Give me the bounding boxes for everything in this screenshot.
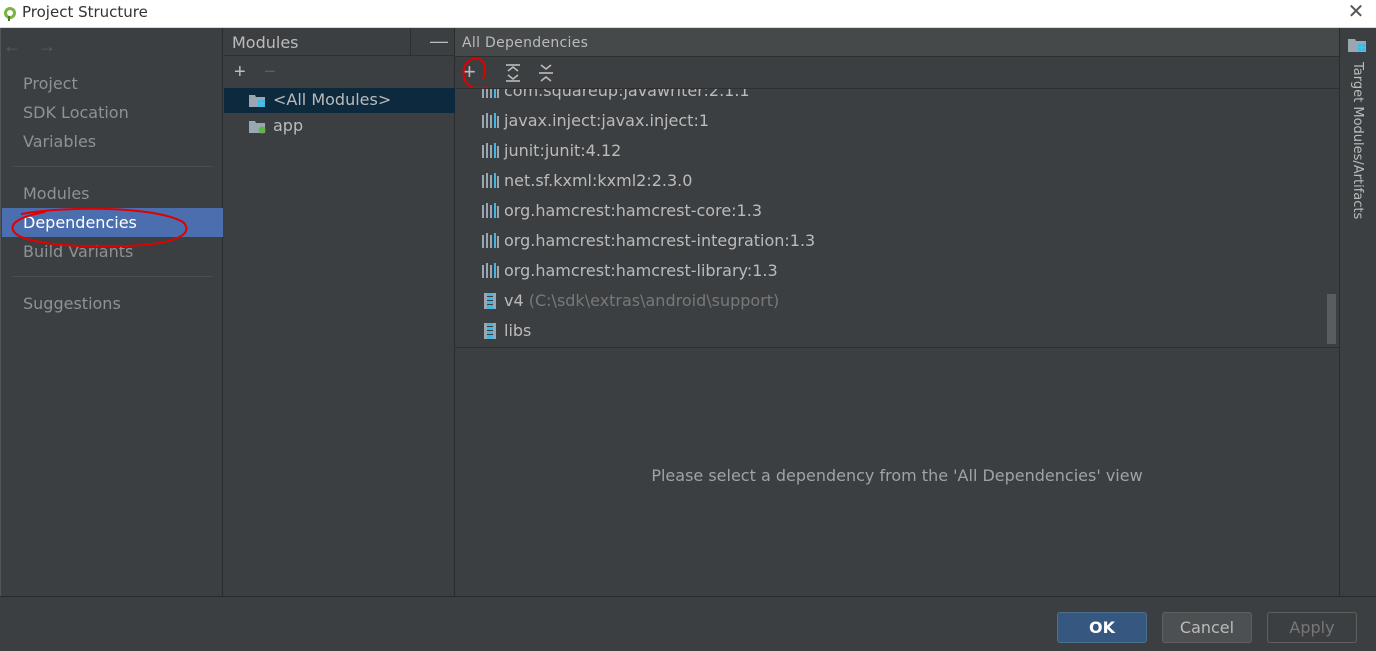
nav-item-dependencies[interactable]: Dependencies (2, 208, 223, 237)
module-item-app[interactable]: app (224, 114, 455, 139)
dependency-label: com.squareup:javawriter:2.1.1 (504, 89, 750, 100)
apply-button[interactable]: Apply (1267, 612, 1357, 643)
dependency-item[interactable]: javax.inject:javax.inject:1 (455, 106, 1325, 136)
target-modules-artifacts-tab[interactable]: Target Modules/Artifacts (1350, 62, 1365, 219)
dependency-label: org.hamcrest:hamcrest-core:1.3 (504, 201, 762, 220)
library-icon (482, 233, 499, 248)
dependency-label: org.hamcrest:hamcrest-library:1.3 (504, 261, 778, 280)
dependencies-title: All Dependencies (462, 35, 589, 51)
dependency-name: v4 (504, 291, 524, 310)
dependency-label: libs (504, 321, 532, 340)
cancel-button[interactable]: Cancel (1162, 612, 1252, 643)
dependency-label: org.hamcrest:hamcrest-integration:1.3 (504, 231, 816, 250)
dependency-item[interactable]: com.squareup:javawriter:2.1.1 (455, 89, 1325, 106)
nav-divider (13, 166, 213, 167)
jar-icon (484, 323, 496, 339)
dependency-label: javax.inject:javax.inject:1 (504, 111, 710, 130)
dependency-label: junit:junit:4.12 (504, 141, 622, 160)
dependency-path: (C:\sdk\extras\android\support) (523, 291, 780, 310)
modules-header: Modules — (224, 28, 455, 56)
library-icon (482, 203, 499, 218)
dependencies-list: com.squareup:javawriter:2.1.1 javax.inje… (455, 89, 1339, 348)
module-item-all-modules[interactable]: <All Modules> (224, 88, 455, 113)
modules-title: Modules (232, 33, 299, 52)
nav-divider (13, 276, 213, 277)
android-studio-icon (4, 7, 16, 21)
target-modules-icon[interactable] (1348, 37, 1368, 53)
library-icon (482, 143, 499, 158)
dependency-item[interactable]: org.hamcrest:hamcrest-library:1.3 (455, 256, 1325, 286)
header-divider (410, 28, 411, 56)
collapse-panel-icon[interactable]: — (430, 32, 448, 51)
dependency-item[interactable]: org.hamcrest:hamcrest-integration:1.3 (455, 226, 1325, 256)
close-icon[interactable]: ✕ (1346, 2, 1366, 23)
nav-item-suggestions[interactable]: Suggestions (2, 289, 223, 318)
dialog-button-bar: OK Cancel Apply (0, 596, 1376, 651)
dependency-item[interactable]: org.hamcrest:hamcrest-core:1.3 (455, 196, 1325, 226)
nav-item-variables[interactable]: Variables (2, 127, 223, 156)
dependency-item[interactable]: v4 (C:\sdk\extras\android\support) (455, 286, 1325, 316)
dependency-item[interactable]: net.sf.kxml:kxml2:2.3.0 (455, 166, 1325, 196)
library-icon (482, 113, 499, 128)
dependency-label: net.sf.kxml:kxml2:2.3.0 (504, 171, 693, 190)
expand-all-icon[interactable] (504, 63, 522, 83)
module-item-label: app (273, 116, 304, 135)
library-icon (482, 263, 499, 278)
modules-panel: Modules — + − <All Modules> app (224, 28, 455, 596)
window-title: Project Structure (22, 3, 148, 21)
ok-button[interactable]: OK (1057, 612, 1147, 643)
side-tool-strip: Target Modules/Artifacts (1339, 28, 1376, 596)
remove-module-button[interactable]: − (264, 62, 276, 82)
nav-item-modules[interactable]: Modules (2, 179, 223, 208)
nav-item-project[interactable]: Project (2, 69, 223, 98)
dependencies-toolbar: + (455, 57, 1339, 89)
add-dependency-button[interactable]: + (463, 61, 476, 83)
back-forward-arrows[interactable]: ← → (3, 36, 62, 57)
module-item-label: <All Modules> (273, 90, 392, 109)
dependency-item[interactable]: junit:junit:4.12 (455, 136, 1325, 166)
dependencies-panel: All Dependencies + com.squareup:javawrit… (455, 28, 1339, 596)
nav-item-build-variants[interactable]: Build Variants (2, 237, 223, 266)
collapse-all-icon[interactable] (537, 63, 555, 83)
android-module-icon (249, 121, 266, 134)
dependency-item[interactable]: libs (455, 316, 1325, 346)
title-bar: Project Structure ✕ (0, 0, 1376, 28)
add-module-button[interactable]: + (234, 62, 246, 82)
all-modules-icon (249, 95, 265, 107)
project-structure-dialog: Project Structure ✕ ← → Project SDK Loca… (0, 0, 1376, 651)
empty-selection-message: Please select a dependency from the 'All… (651, 466, 1143, 485)
jar-icon (484, 293, 496, 309)
library-icon (482, 173, 499, 188)
library-icon (482, 89, 499, 98)
dependencies-scrollbar[interactable] (1327, 294, 1336, 344)
nav-panel: ← → Project SDK Location Variables Modul… (0, 28, 223, 596)
dependencies-header: All Dependencies (455, 28, 1339, 57)
nav-item-sdk-location[interactable]: SDK Location (2, 98, 223, 127)
dependency-label: v4 (C:\sdk\extras\android\support) (504, 291, 779, 310)
